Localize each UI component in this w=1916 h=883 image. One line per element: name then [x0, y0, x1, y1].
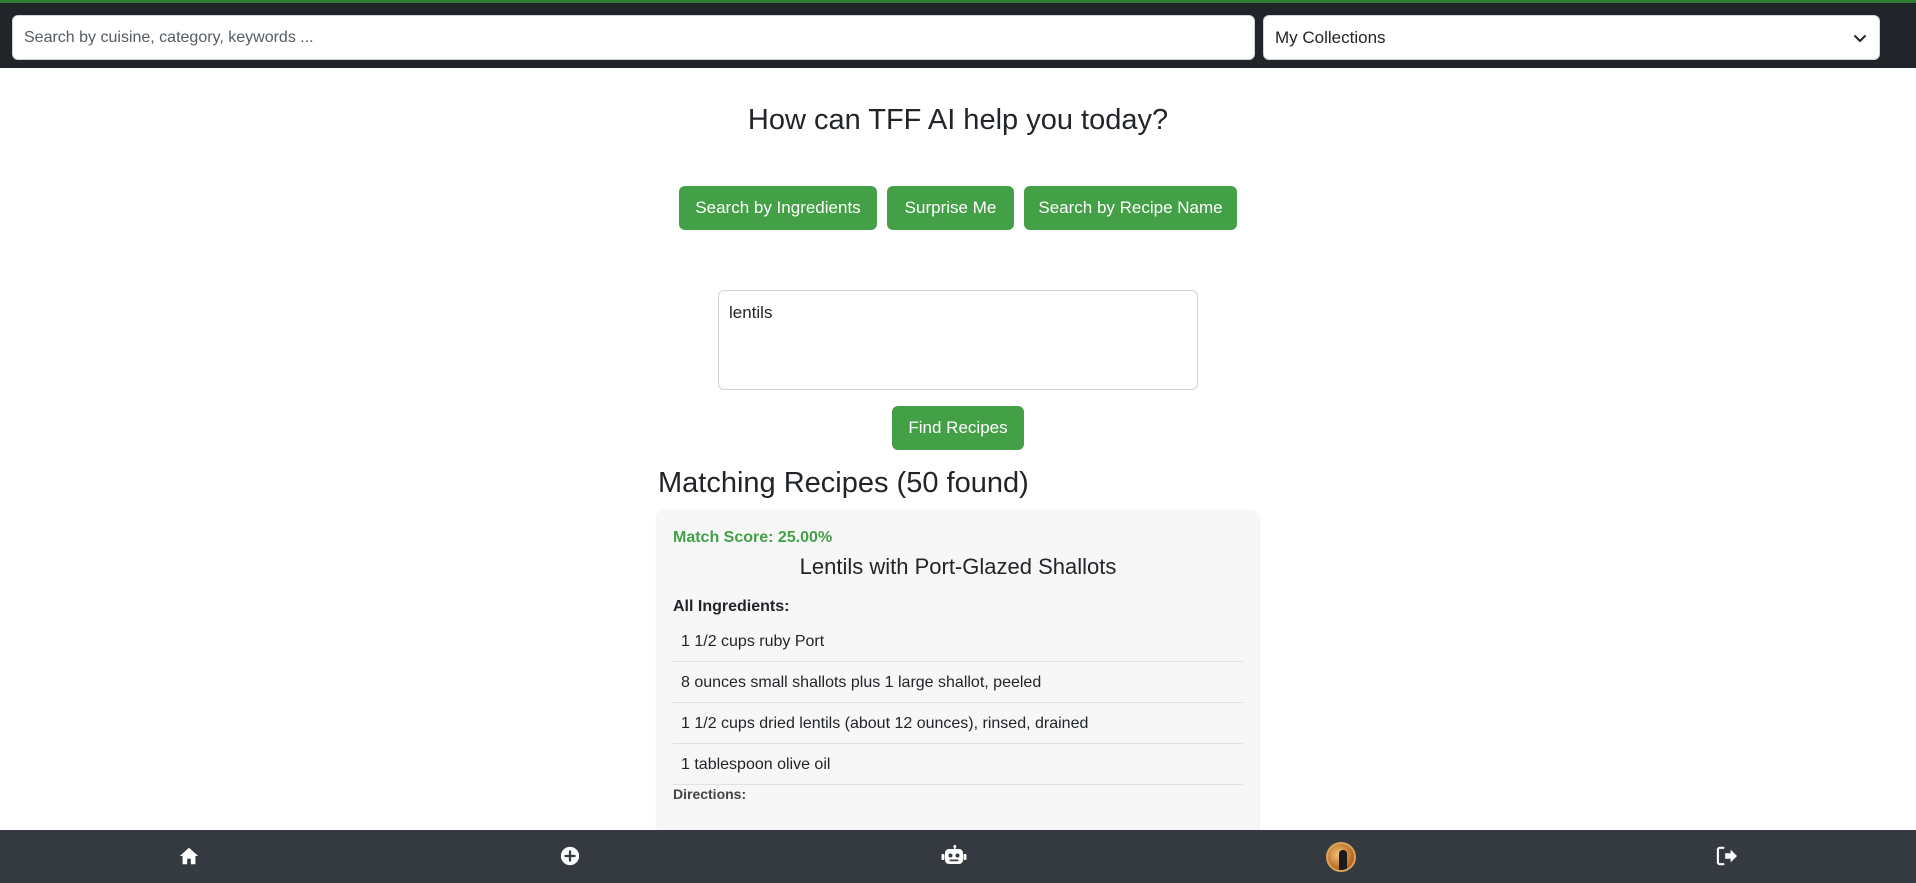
search-by-recipe-name-button[interactable]: Search by Recipe Name: [1024, 186, 1237, 230]
results-title: Matching Recipes (50 found): [658, 467, 1029, 499]
recipe-title: Lentils with Port-Glazed Shallots: [799, 554, 1117, 579]
collections-select[interactable]: My Collections: [1263, 15, 1880, 60]
bottom-nav: [0, 830, 1916, 883]
avatar-figure: [1339, 850, 1347, 870]
search-by-ingredients-button[interactable]: Search by Ingredients: [679, 186, 877, 230]
robot-icon[interactable]: [941, 843, 967, 869]
recipe-card[interactable]: Match Score: 25.00% Lentils with Port-Gl…: [658, 511, 1258, 830]
logout-icon[interactable]: [1714, 843, 1740, 869]
collections-select-label: My Collections: [1275, 27, 1386, 47]
directions-label: Directions:: [673, 786, 747, 802]
surprise-me-button[interactable]: Surprise Me: [887, 186, 1014, 230]
ingredient-item: 1 tablespoon olive oil: [673, 744, 1243, 785]
ingredients-label: All Ingredients:: [673, 598, 790, 615]
ingredients-list: 1 1/2 cups ruby Port 8 ounces small shal…: [673, 621, 1243, 785]
page-title: How can TFF AI help you today?: [747, 104, 1169, 136]
avatar[interactable]: [1326, 842, 1356, 872]
add-circle-icon[interactable]: [557, 843, 583, 869]
main-content: How can TFF AI help you today? Search by…: [0, 68, 1916, 830]
find-recipes-button[interactable]: Find Recipes: [892, 406, 1024, 450]
ingredient-item: 1 1/2 cups ruby Port: [673, 621, 1243, 662]
home-icon[interactable]: [176, 843, 202, 869]
ingredient-item: 8 ounces small shallots plus 1 large sha…: [673, 662, 1243, 703]
search-input[interactable]: [12, 15, 1255, 60]
match-score: Match Score: 25.00%: [673, 529, 833, 546]
ingredient-item: 1 1/2 cups dried lentils (about 12 ounce…: [673, 703, 1243, 744]
chevron-down-icon: [1854, 34, 1866, 42]
top-bar: My Collections: [0, 0, 1916, 68]
ingredients-query-input[interactable]: lentils: [718, 290, 1198, 390]
